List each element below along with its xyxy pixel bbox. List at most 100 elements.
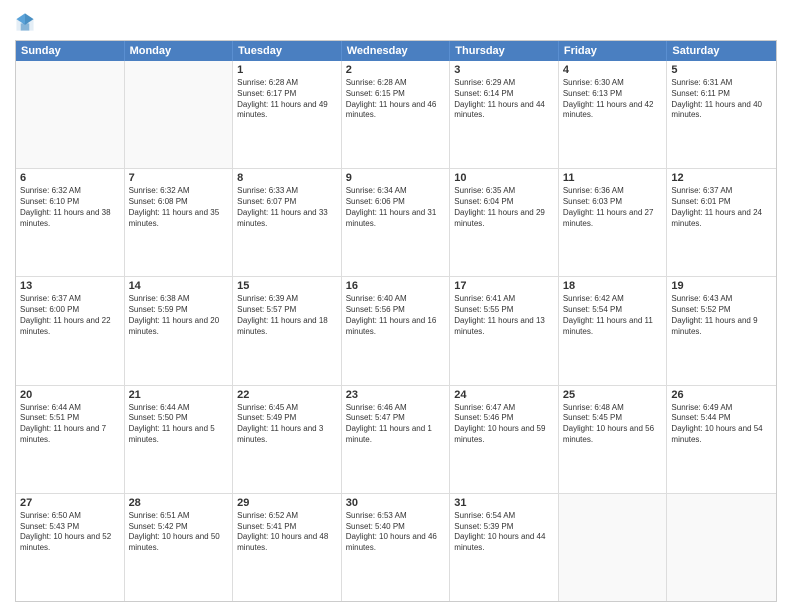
cell-content: Sunrise: 6:41 AM Sunset: 5:55 PM Dayligh… (454, 294, 554, 337)
calendar-cell: 28Sunrise: 6:51 AM Sunset: 5:42 PM Dayli… (125, 494, 234, 601)
calendar-cell: 10 Sunrise: 6:35 AM Sunset: 6:04 PM Dayli… (450, 169, 559, 276)
calendar-cell: 24 Sunrise: 6:47 AM Sunset: 5:46 PM Dayli… (450, 386, 559, 493)
calendar-cell: 3 Sunrise: 6:29 AM Sunset: 6:14 PM Daylig… (450, 61, 559, 168)
cell-content: Sunrise: 6:28 AM Sunset: 6:17 PM Dayligh… (237, 78, 337, 121)
cell-content: Sunrise: 6:46 AM Sunset: 5:47 PM Dayligh… (346, 403, 446, 446)
cell-content: Sunrise: 6:37 AM Sunset: 6:01 PM Dayligh… (671, 186, 772, 229)
calendar-cell: 16Sunrise: 6:40 AM Sunset: 5:56 PM Dayli… (342, 277, 451, 384)
cell-content: Sunrise: 6:51 AM Sunset: 5:42 PM Dayligh… (129, 511, 229, 554)
day-number: 15 (237, 280, 337, 292)
day-number: 31 (454, 497, 554, 509)
cell-content: Sunrise: 6:54 AM Sunset: 5:39 PM Dayligh… (454, 511, 554, 554)
cell-content: Sunrise: 6:32 AM Sunset: 6:08 PM Dayligh… (129, 186, 229, 229)
calendar-cell: 23 Sunrise: 6:46 AM Sunset: 5:47 PM Dayli… (342, 386, 451, 493)
logo-icon (15, 10, 35, 34)
cell-content: Sunrise: 6:50 AM Sunset: 5:43 PM Dayligh… (20, 511, 120, 554)
calendar-row-0: 1Sunrise: 6:28 AM Sunset: 6:17 PM Daylig… (16, 61, 776, 169)
day-number: 29 (237, 497, 337, 509)
calendar-cell (125, 61, 234, 168)
calendar-cell: 15 Sunrise: 6:39 AM Sunset: 5:57 PM Dayli… (233, 277, 342, 384)
cell-content: Sunrise: 6:49 AM Sunset: 5:44 PM Dayligh… (671, 403, 772, 446)
calendar-cell: 13Sunrise: 6:37 AM Sunset: 6:00 PM Dayli… (16, 277, 125, 384)
calendar-cell: 26 Sunrise: 6:49 AM Sunset: 5:44 PM Dayli… (667, 386, 776, 493)
day-number: 17 (454, 280, 554, 292)
calendar-header: SundayMondayTuesdayWednesdayThursdayFrid… (16, 41, 776, 61)
calendar-cell: 5 Sunrise: 6:31 AM Sunset: 6:11 PM Daylig… (667, 61, 776, 168)
day-number: 9 (346, 172, 446, 184)
cell-content: Sunrise: 6:38 AM Sunset: 5:59 PM Dayligh… (129, 294, 229, 337)
cell-content: Sunrise: 6:45 AM Sunset: 5:49 PM Dayligh… (237, 403, 337, 446)
day-number: 27 (20, 497, 120, 509)
day-number: 3 (454, 64, 554, 76)
cell-content: Sunrise: 6:37 AM Sunset: 6:00 PM Dayligh… (20, 294, 120, 337)
calendar-cell: 21 Sunrise: 6:44 AM Sunset: 5:50 PM Dayli… (125, 386, 234, 493)
day-number: 26 (671, 389, 772, 401)
day-number: 23 (346, 389, 446, 401)
calendar: SundayMondayTuesdayWednesdayThursdayFrid… (15, 40, 777, 602)
day-number: 19 (671, 280, 772, 292)
header-wednesday: Wednesday (342, 41, 451, 61)
day-number: 22 (237, 389, 337, 401)
calendar-cell (16, 61, 125, 168)
calendar-cell: 1Sunrise: 6:28 AM Sunset: 6:17 PM Daylig… (233, 61, 342, 168)
cell-content: Sunrise: 6:29 AM Sunset: 6:14 PM Dayligh… (454, 78, 554, 121)
calendar-cell: 11 Sunrise: 6:36 AM Sunset: 6:03 PM Dayli… (559, 169, 668, 276)
day-number: 25 (563, 389, 663, 401)
cell-content: Sunrise: 6:28 AM Sunset: 6:15 PM Dayligh… (346, 78, 446, 121)
cell-content: Sunrise: 6:42 AM Sunset: 5:54 PM Dayligh… (563, 294, 663, 337)
cell-content: Sunrise: 6:34 AM Sunset: 6:06 PM Dayligh… (346, 186, 446, 229)
calendar-cell: 6 Sunrise: 6:32 AM Sunset: 6:10 PM Daylig… (16, 169, 125, 276)
logo (15, 10, 37, 34)
calendar-cell (667, 494, 776, 601)
day-number: 11 (563, 172, 663, 184)
day-number: 8 (237, 172, 337, 184)
header-monday: Monday (125, 41, 234, 61)
header-thursday: Thursday (450, 41, 559, 61)
calendar-cell: 20Sunrise: 6:44 AM Sunset: 5:51 PM Dayli… (16, 386, 125, 493)
cell-content: Sunrise: 6:33 AM Sunset: 6:07 PM Dayligh… (237, 186, 337, 229)
day-number: 5 (671, 64, 772, 76)
calendar-cell: 19Sunrise: 6:43 AM Sunset: 5:52 PM Dayli… (667, 277, 776, 384)
cell-content: Sunrise: 6:36 AM Sunset: 6:03 PM Dayligh… (563, 186, 663, 229)
day-number: 4 (563, 64, 663, 76)
cell-content: Sunrise: 6:39 AM Sunset: 5:57 PM Dayligh… (237, 294, 337, 337)
day-number: 12 (671, 172, 772, 184)
calendar-row-2: 13Sunrise: 6:37 AM Sunset: 6:00 PM Dayli… (16, 277, 776, 385)
calendar-cell: 25 Sunrise: 6:48 AM Sunset: 5:45 PM Dayli… (559, 386, 668, 493)
day-number: 30 (346, 497, 446, 509)
page-header (15, 10, 777, 34)
cell-content: Sunrise: 6:35 AM Sunset: 6:04 PM Dayligh… (454, 186, 554, 229)
day-number: 24 (454, 389, 554, 401)
calendar-cell: 12 Sunrise: 6:37 AM Sunset: 6:01 PM Dayli… (667, 169, 776, 276)
header-tuesday: Tuesday (233, 41, 342, 61)
calendar-cell: 8 Sunrise: 6:33 AM Sunset: 6:07 PM Daylig… (233, 169, 342, 276)
calendar-cell: 18 Sunrise: 6:42 AM Sunset: 5:54 PM Dayli… (559, 277, 668, 384)
cell-content: Sunrise: 6:44 AM Sunset: 5:50 PM Dayligh… (129, 403, 229, 446)
calendar-body: 1Sunrise: 6:28 AM Sunset: 6:17 PM Daylig… (16, 61, 776, 601)
calendar-cell: 7Sunrise: 6:32 AM Sunset: 6:08 PM Daylig… (125, 169, 234, 276)
day-number: 18 (563, 280, 663, 292)
day-number: 10 (454, 172, 554, 184)
cell-content: Sunrise: 6:40 AM Sunset: 5:56 PM Dayligh… (346, 294, 446, 337)
day-number: 14 (129, 280, 229, 292)
day-number: 20 (20, 389, 120, 401)
calendar-cell: 2 Sunrise: 6:28 AM Sunset: 6:15 PM Daylig… (342, 61, 451, 168)
calendar-cell: 9 Sunrise: 6:34 AM Sunset: 6:06 PM Daylig… (342, 169, 451, 276)
day-number: 6 (20, 172, 120, 184)
cell-content: Sunrise: 6:47 AM Sunset: 5:46 PM Dayligh… (454, 403, 554, 446)
cell-content: Sunrise: 6:52 AM Sunset: 5:41 PM Dayligh… (237, 511, 337, 554)
header-saturday: Saturday (667, 41, 776, 61)
calendar-row-3: 20Sunrise: 6:44 AM Sunset: 5:51 PM Dayli… (16, 386, 776, 494)
day-number: 2 (346, 64, 446, 76)
calendar-cell: 4 Sunrise: 6:30 AM Sunset: 6:13 PM Daylig… (559, 61, 668, 168)
cell-content: Sunrise: 6:30 AM Sunset: 6:13 PM Dayligh… (563, 78, 663, 121)
cell-content: Sunrise: 6:31 AM Sunset: 6:11 PM Dayligh… (671, 78, 772, 121)
day-number: 21 (129, 389, 229, 401)
cell-content: Sunrise: 6:53 AM Sunset: 5:40 PM Dayligh… (346, 511, 446, 554)
header-sunday: Sunday (16, 41, 125, 61)
calendar-row-1: 6 Sunrise: 6:32 AM Sunset: 6:10 PM Daylig… (16, 169, 776, 277)
calendar-cell: 29 Sunrise: 6:52 AM Sunset: 5:41 PM Dayli… (233, 494, 342, 601)
cell-content: Sunrise: 6:32 AM Sunset: 6:10 PM Dayligh… (20, 186, 120, 229)
calendar-cell (559, 494, 668, 601)
cell-content: Sunrise: 6:48 AM Sunset: 5:45 PM Dayligh… (563, 403, 663, 446)
